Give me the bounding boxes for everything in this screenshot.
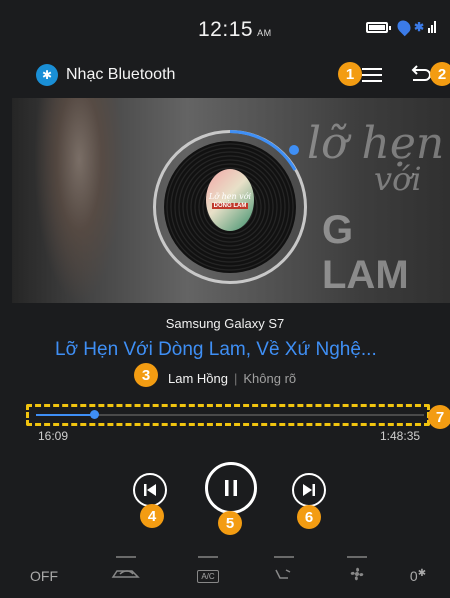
cover-title: Lỡ hẹn với bbox=[208, 191, 252, 201]
album-name: Không rõ bbox=[243, 371, 297, 386]
fan-speed: 0✱ bbox=[400, 550, 436, 598]
cover-subtitle: DÒNG LAM bbox=[211, 202, 249, 209]
progress-fill bbox=[36, 414, 94, 416]
page-title: Nhạc Bluetooth bbox=[66, 66, 176, 83]
song-meta: Lam Hồng | Không rõ bbox=[168, 371, 296, 386]
status-clock: 12:15 AM bbox=[198, 18, 272, 42]
annotation-marker-7: 7 bbox=[428, 405, 450, 429]
bluetooth-status-icon: ✱ bbox=[413, 20, 424, 34]
recirculation-button[interactable] bbox=[104, 550, 148, 598]
skip-next-icon bbox=[303, 484, 315, 496]
pause-button[interactable] bbox=[205, 462, 257, 514]
skip-previous-icon bbox=[144, 484, 156, 496]
annotation-marker-3: 3 bbox=[134, 363, 158, 387]
signal-icon bbox=[428, 21, 436, 33]
elapsed-time: 16:09 bbox=[38, 429, 69, 443]
source-device: Samsung Galaxy S7 bbox=[165, 316, 285, 331]
annotation-marker-2: 2 bbox=[430, 62, 450, 86]
status-time: 12:15 bbox=[198, 18, 254, 41]
meta-separator: | bbox=[233, 371, 238, 386]
artist-name: Lam Hồng bbox=[168, 371, 228, 386]
menu-icon[interactable] bbox=[362, 68, 382, 83]
next-track-button[interactable] bbox=[292, 473, 326, 507]
battery-icon bbox=[365, 21, 391, 33]
progress-knob[interactable] bbox=[89, 410, 99, 419]
previous-track-button[interactable] bbox=[133, 473, 167, 507]
annotation-marker-6: 6 bbox=[297, 505, 321, 529]
location-icon bbox=[394, 17, 414, 37]
airflow-button[interactable] bbox=[266, 550, 302, 598]
fan-speed-value: 0 bbox=[409, 568, 418, 584]
climate-power[interactable]: OFF bbox=[24, 550, 64, 598]
app-header: ✱ Nhạc Bluetooth bbox=[0, 52, 450, 98]
annotation-marker-5: 5 bbox=[218, 511, 242, 535]
banner-watermark: với bbox=[374, 160, 422, 198]
total-duration: 1:48:35 bbox=[380, 429, 421, 443]
banner-watermark: G LAM bbox=[322, 208, 409, 297]
fan-icon bbox=[350, 567, 364, 581]
status-ampm: AM bbox=[257, 28, 272, 38]
back-icon[interactable] bbox=[408, 64, 432, 86]
fan-button[interactable] bbox=[342, 550, 372, 598]
ac-icon: A/C bbox=[197, 570, 219, 583]
bluetooth-icon: ✱ bbox=[36, 64, 58, 86]
annotation-marker-1: 1 bbox=[338, 62, 362, 86]
status-bar: 12:15 AM ✱ bbox=[0, 0, 450, 52]
ac-button[interactable]: A/C bbox=[190, 550, 226, 598]
status-icons: ✱ bbox=[365, 17, 436, 37]
climate-bar: OFF A/C 0✱ bbox=[0, 550, 450, 598]
disc-progress-knob bbox=[289, 145, 299, 155]
progress-bar[interactable] bbox=[36, 410, 424, 419]
annotation-marker-4: 4 bbox=[140, 504, 164, 528]
seat-airflow-icon bbox=[275, 569, 291, 579]
car-recirculation-icon bbox=[111, 570, 140, 578]
album-cover: Lỡ hẹn với DÒNG LAM bbox=[206, 169, 254, 231]
fan-small-icon: ✱ bbox=[417, 568, 427, 579]
pause-icon bbox=[225, 480, 237, 496]
song-title: Lỡ Hẹn Với Dòng Lam, Về Xứ Nghệ... bbox=[55, 339, 377, 360]
